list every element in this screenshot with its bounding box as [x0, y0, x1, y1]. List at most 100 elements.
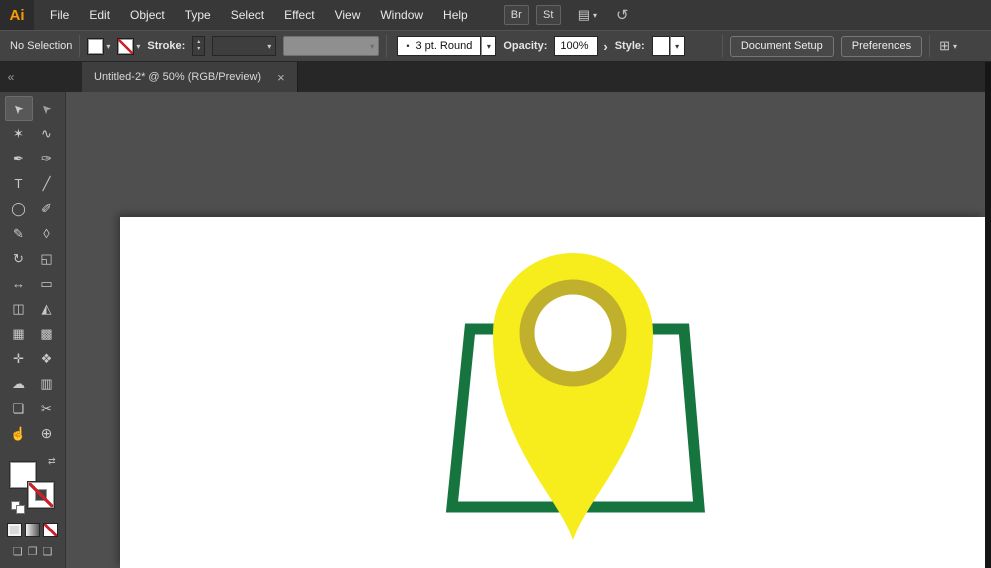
draw-inside-icon[interactable]: ❑	[42, 545, 52, 558]
draw-normal-icon[interactable]: ❏	[13, 545, 23, 558]
ellipse-tool[interactable]: ◯	[5, 196, 33, 221]
opacity-input[interactable]: 100%	[554, 36, 599, 56]
app-logo[interactable]: Ai	[0, 0, 34, 30]
menu-item-file[interactable]: File	[40, 0, 79, 30]
stroke-none-swatch[interactable]	[117, 37, 135, 55]
hand-tool[interactable]: ☝	[5, 421, 33, 446]
swap-fill-stroke-icon[interactable]: ⇄	[48, 456, 56, 467]
collapse-tools-icon[interactable]: «	[0, 62, 22, 92]
column-graph-tool[interactable]: ▥	[33, 371, 61, 396]
brush-definition-dropdown[interactable]: • 3 pt. Round ▾	[397, 36, 497, 56]
chevron-down-icon[interactable]: ▾	[136, 42, 140, 51]
selection-tool-icon: ➤	[9, 99, 28, 118]
stepper-down-icon[interactable]: ▾	[197, 46, 200, 53]
artboard-tool[interactable]: ❏	[5, 396, 33, 421]
menu-item-help[interactable]: Help	[433, 0, 478, 30]
chevron-down-icon[interactable]: ▾	[106, 42, 110, 51]
shape-builder-tool[interactable]: ◫	[5, 296, 33, 321]
eyedropper-tool[interactable]: ✛	[5, 346, 33, 371]
document-setup-button[interactable]: Document Setup	[729, 35, 834, 57]
style-chevron-button[interactable]: ▾	[669, 36, 685, 56]
pen-tool-icon: ✒	[13, 150, 24, 166]
slice-tool[interactable]: ✂	[33, 396, 61, 421]
menu-item-view[interactable]: View	[325, 0, 371, 30]
rotate-tool[interactable]: ↻	[5, 246, 33, 271]
magic-wand-tool[interactable]: ✶	[5, 121, 33, 146]
stroke-weight-dropdown[interactable]: ▾	[212, 36, 277, 56]
mesh-tool[interactable]: ▦	[5, 321, 33, 346]
stroke-weight-stepper[interactable]: ▴ ▾	[192, 36, 206, 56]
pin-ring-shape[interactable]	[519, 279, 627, 387]
document-tab[interactable]: Untitled-2* @ 50% (RGB/Preview) ×	[82, 62, 298, 92]
magic-wand-tool-icon: ✶	[13, 125, 24, 141]
blend-tool[interactable]: ❖	[33, 346, 61, 371]
free-transform-tool[interactable]: ▭	[33, 271, 61, 296]
gradient-tool[interactable]: ▩	[33, 321, 61, 346]
paintbrush-tool[interactable]: ✐	[33, 196, 61, 221]
brush-chevron-button[interactable]: ▾	[481, 36, 497, 56]
pencil-tool[interactable]: ✎	[5, 221, 33, 246]
fill-swatch[interactable]	[87, 37, 105, 55]
arrange-documents-control[interactable]: ⊞ ▾	[939, 38, 957, 54]
right-panel-dock[interactable]	[985, 62, 991, 568]
curvature-tool[interactable]: ✑	[33, 146, 61, 171]
stroke-color-swatch[interactable]	[27, 482, 54, 508]
lasso-tool-icon: ∿	[41, 125, 52, 141]
menu-item-effect[interactable]: Effect	[274, 0, 324, 30]
type-tool-icon: T	[14, 176, 23, 191]
style-dropdown[interactable]: ▾	[651, 36, 685, 56]
direct-selection-tool[interactable]: ➤	[33, 96, 61, 121]
workspace-switcher[interactable]: ▤ ▾	[578, 7, 597, 23]
eyedropper-tool-icon: ✛	[13, 350, 24, 366]
touch-workspace-icon[interactable]: ↺	[616, 6, 629, 24]
opacity-label: Opacity:	[503, 40, 548, 52]
menu-item-type[interactable]: Type	[175, 0, 221, 30]
width-tool[interactable]: ↔	[5, 271, 33, 296]
separator	[929, 35, 931, 57]
ellipse-tool-icon: ◯	[11, 200, 26, 216]
gradient-button[interactable]	[25, 523, 40, 537]
stroke-label: Stroke:	[147, 40, 186, 52]
opacity-value: 100%	[560, 40, 589, 52]
type-tool[interactable]: T	[5, 171, 33, 196]
default-fill-stroke-icon[interactable]	[10, 501, 25, 514]
separator	[721, 35, 723, 57]
chevron-down-icon: ▾	[486, 41, 491, 51]
hand-tool-icon: ☝	[10, 425, 27, 441]
opacity-dropdown-icon[interactable]: ›	[603, 39, 607, 54]
tab-close-icon[interactable]: ×	[277, 71, 285, 84]
menu-item-edit[interactable]: Edit	[79, 0, 120, 30]
blend-tool-icon: ❖	[40, 350, 53, 366]
width-profile-dropdown: ▾	[283, 36, 380, 56]
line-segment-tool[interactable]: ╱	[33, 171, 61, 196]
style-label: Style:	[614, 40, 645, 52]
color-button[interactable]	[7, 523, 22, 537]
eraser-tool[interactable]: ◊	[33, 221, 61, 246]
stroke-color-control[interactable]: ▾	[117, 37, 140, 55]
fill-color-control[interactable]: ▾	[87, 37, 110, 55]
lasso-tool[interactable]: ∿	[33, 121, 61, 146]
color-mode-buttons	[7, 523, 58, 537]
zoom-tool[interactable]: ⊕	[33, 421, 61, 446]
brush-preview-icon: •	[406, 41, 410, 51]
menu-item-object[interactable]: Object	[120, 0, 175, 30]
mesh-tool-icon: ▦	[12, 325, 25, 341]
document-tab-title: Untitled-2* @ 50% (RGB/Preview)	[94, 71, 262, 83]
selection-tool[interactable]: ➤	[4, 96, 33, 121]
pen-tool[interactable]: ✒	[5, 146, 33, 171]
chevron-down-icon: ▾	[593, 10, 598, 20]
symbol-sprayer-tool[interactable]: ☁	[5, 371, 33, 396]
menu-item-window[interactable]: Window	[370, 0, 433, 30]
menu-item-select[interactable]: Select	[221, 0, 274, 30]
bridge-button[interactable]: Br	[503, 5, 529, 25]
stock-button[interactable]: St	[535, 5, 561, 25]
preferences-button[interactable]: Preferences	[840, 35, 923, 57]
draw-behind-icon[interactable]: ❐	[28, 545, 38, 558]
workspace-layout-icon: ▤	[577, 7, 591, 22]
scale-tool[interactable]: ◱	[33, 246, 61, 271]
drawing-mode-buttons: ❏ ❐ ❑	[13, 545, 53, 558]
perspective-grid-tool[interactable]: ◭	[33, 296, 61, 321]
none-button[interactable]	[43, 523, 58, 537]
stepper-up-icon[interactable]: ▴	[197, 39, 200, 46]
canvas-area[interactable]	[66, 92, 985, 568]
